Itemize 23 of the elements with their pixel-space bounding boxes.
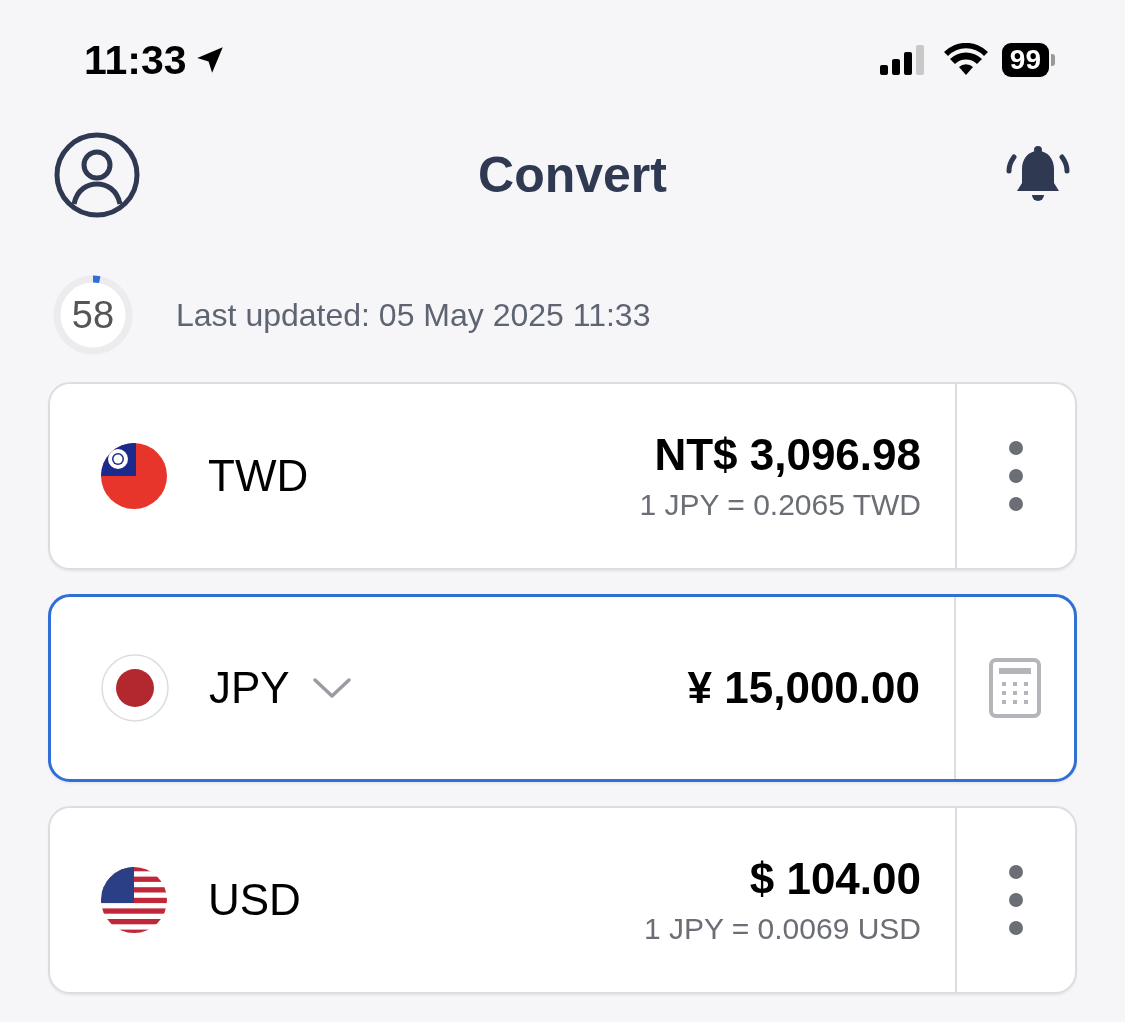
flag-icon [101,654,169,722]
amount-value: NT$ 3,096.98 [654,430,921,480]
last-updated-text: Last updated: 05 May 2025 11:33 [176,296,651,334]
currency-code: USD [208,875,301,925]
profile-icon[interactable] [54,132,140,218]
exchange-rate: 1 JPY = 0.0069 USD [643,912,921,946]
status-time: 11:33 [84,36,187,84]
amount-value: $ 104.00 [749,854,921,904]
currency-code[interactable]: JPY [209,663,290,713]
currency-card[interactable]: USD $ 104.00 1 JPY = 0.0069 USD [48,806,1077,994]
wifi-icon [943,43,988,77]
currency-card[interactable]: TWD NT$ 3,096.98 1 JPY = 0.2065 TWD [48,382,1077,570]
amount-value: ¥ 15,000.00 [687,663,920,713]
exchange-rate: 1 JPY = 0.2065 TWD [639,488,921,522]
currency-code: TWD [208,451,309,501]
chevron-down-icon[interactable] [311,677,352,699]
more-options-icon[interactable] [1008,440,1024,512]
page-title: Convert [478,146,667,204]
currency-card[interactable]: JPY ¥ 15,000.00 [48,594,1077,782]
flag-icon [100,866,168,934]
battery-nub-icon [1051,54,1055,66]
more-options-icon[interactable] [1008,864,1024,936]
battery-level: 99 [1001,43,1049,77]
